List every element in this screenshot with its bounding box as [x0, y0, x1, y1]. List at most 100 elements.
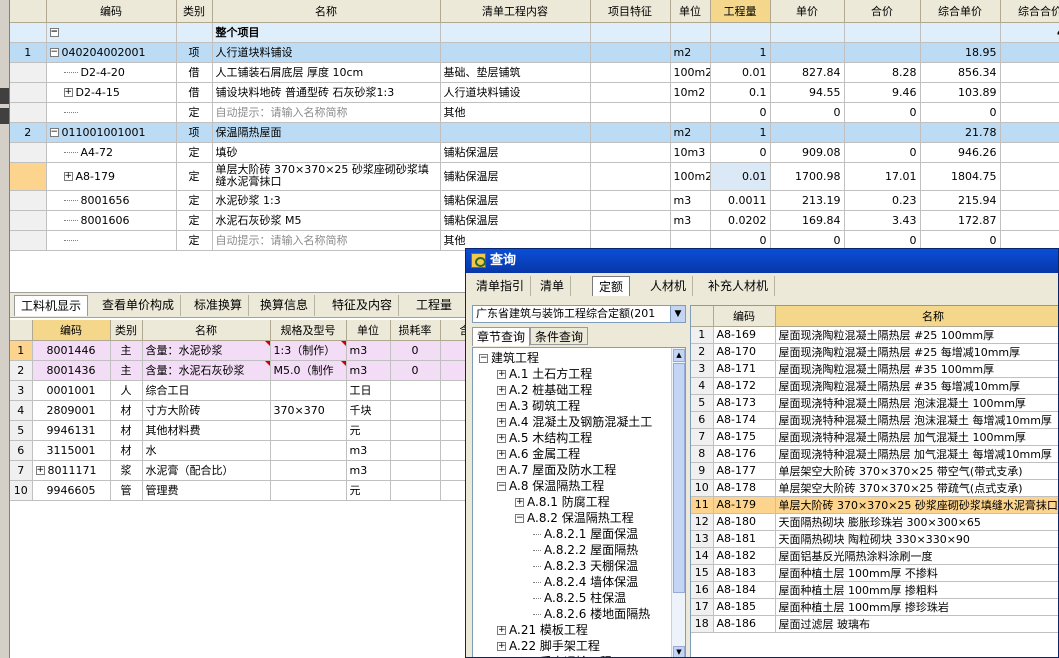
- table-row[interactable]: 8001606 定 水泥石灰砂浆 M5 铺粘保温层 m3 0.0202 169.…: [10, 210, 1059, 231]
- expand-icon[interactable]: +: [497, 626, 506, 635]
- material-grid[interactable]: 编码 类别 名称 规格及型号 单位 损耗率 含 1 8001446 主 含量：水…: [10, 320, 470, 658]
- table-row[interactable]: 3 0001001 人 综合工日 工日 11.: [10, 380, 470, 401]
- header-code[interactable]: 编码: [32, 320, 111, 341]
- table-row[interactable]: + A8-179 定 单层大阶砖 370×370×25 砂浆座砌砂浆填缝水泥膏抹口…: [10, 162, 1059, 191]
- tree-item[interactable]: − A.8 保温隔热工程: [497, 478, 604, 494]
- table-row[interactable]: 5 A8-173 屋面现浇特种混凝土隔热层 泡沫混凝土 100mm厚: [691, 394, 1058, 412]
- table-row[interactable]: 2 A8-170 屋面现浇陶粒混凝土隔热层 #25 每增减10mm厚: [691, 343, 1058, 361]
- table-row[interactable]: 1 −040204002001 项 人行道块料铺设 m2 1 18.95 18: [10, 42, 1059, 63]
- tab-feature-content[interactable]: 特征及内容: [326, 295, 400, 316]
- tree-item[interactable]: + A.21 模板工程: [497, 622, 588, 638]
- tree-item[interactable]: − 建筑工程: [479, 350, 539, 366]
- expand-icon[interactable]: +: [63, 88, 73, 97]
- collapse-icon[interactable]: −: [497, 482, 506, 491]
- tree-item[interactable]: + A.5 木结构工程: [497, 430, 592, 446]
- table-row[interactable]: 6 A8-174 屋面现浇特种混凝土隔热层 泡沫混凝土 每增减10mm厚: [691, 411, 1058, 429]
- tree-item[interactable]: + A.7 屋面及防水工程: [497, 462, 616, 478]
- table-row[interactable]: 2 8001436 主 含量：水泥石灰砂浆 M5.0（制作 m3 0 2: [10, 360, 470, 381]
- collapse-icon[interactable]: −: [49, 28, 59, 37]
- table-row[interactable]: 10 9946605 管 管理费 元 83: [10, 480, 470, 501]
- header-composite-total[interactable]: 综合合价: [1000, 0, 1059, 23]
- table-row[interactable]: 1 8001446 主 含量：水泥砂浆 1:3（制作） m3 0 0: [10, 340, 470, 361]
- table-row[interactable]: 4 A8-172 屋面现浇陶粒混凝土隔热层 #35 每增减10mm厚: [691, 377, 1058, 395]
- quota-library-select[interactable]: 广东省建筑与装饰工程综合定额(201 ▼: [472, 305, 686, 323]
- tree-item[interactable]: A.8.2.3 天棚保温: [533, 558, 638, 574]
- scroll-down-icon[interactable]: ▼: [673, 646, 685, 657]
- table-row[interactable]: 13 A8-181 天面隔热砌块 陶粒砌块 330×330×90: [691, 530, 1058, 548]
- header-name[interactable]: 名称: [212, 0, 441, 23]
- expand-icon[interactable]: +: [515, 498, 524, 507]
- expand-icon[interactable]: +: [497, 418, 506, 427]
- header-code[interactable]: 编码: [713, 306, 776, 327]
- header-unit[interactable]: 单位: [346, 320, 391, 341]
- tab-quantity-detail[interactable]: 工程量明: [410, 295, 470, 333]
- header-quantity[interactable]: 工程量: [710, 0, 771, 23]
- expand-icon[interactable]: +: [63, 172, 73, 181]
- scroll-up-icon[interactable]: ▲: [673, 349, 685, 362]
- header-loss-rate[interactable]: 损耗率: [390, 320, 441, 341]
- collapse-icon[interactable]: −: [49, 128, 59, 137]
- tab-conversion-info[interactable]: 换算信息: [254, 295, 316, 316]
- header-amount[interactable]: 合价: [844, 0, 921, 23]
- tree-item[interactable]: A.8.2.5 柱保温: [533, 590, 626, 606]
- tab-quota[interactable]: 定额: [592, 276, 631, 296]
- tab-condition-query[interactable]: 条件查询: [530, 327, 589, 345]
- tab-labor-material[interactable]: 人材机: [644, 276, 694, 296]
- table-row[interactable]: 定 自动提示：请输入名称简称 其他 0 0 0 0: [10, 102, 1059, 123]
- tree-item[interactable]: + A.1 土石方工程: [497, 366, 592, 382]
- table-row[interactable]: 8001656 定 水泥砂浆 1:3 铺粘保温层 m3 0.0011 213.1…: [10, 190, 1059, 211]
- tab-material-display[interactable]: 工料机显示: [14, 295, 89, 316]
- chevron-down-icon[interactable]: ▼: [670, 306, 685, 322]
- quota-result-grid[interactable]: 编码 名称 1 A8-169 屋面现浇陶粒混凝土隔热层 #25 100mm厚 2 A8-…: [690, 305, 1058, 657]
- expand-icon[interactable]: +: [35, 466, 45, 475]
- table-row[interactable]: 8 A8-176 屋面现浇特种混凝土隔热层 加气混凝土 每增减10mm厚: [691, 445, 1058, 463]
- scroll-thumb[interactable]: [673, 363, 685, 593]
- left-side-strip[interactable]: [0, 0, 10, 658]
- header-name[interactable]: 名称: [142, 320, 271, 341]
- tab-bill[interactable]: 清单: [534, 276, 572, 296]
- table-row[interactable]: 1 A8-169 屋面现浇陶粒混凝土隔热层 #25 100mm厚: [691, 326, 1058, 344]
- expand-icon[interactable]: +: [497, 450, 506, 459]
- expand-icon[interactable]: +: [497, 370, 506, 379]
- expand-icon[interactable]: +: [497, 642, 506, 651]
- dialog-title-bar[interactable]: 查询: [466, 249, 1058, 273]
- table-row[interactable]: 2 −011001001001 项 保温隔热屋面 m2 1 21.78 21: [10, 122, 1059, 143]
- tab-standard-conversion[interactable]: 标准换算: [188, 295, 250, 316]
- tree-item[interactable]: + A.2 桩基础工程: [497, 382, 592, 398]
- table-row[interactable]: 定 自动提示：请输入名称简称 其他 0 0 0 0 0: [10, 230, 1059, 251]
- header-name[interactable]: 名称: [775, 306, 1058, 327]
- table-row[interactable]: 17 A8-185 屋面种植土层 100mm厚 掺珍珠岩: [691, 598, 1058, 616]
- tab-chapter-query[interactable]: 章节查询: [472, 327, 531, 346]
- table-row[interactable]: 12 A8-180 天面隔热砌块 膨胀珍珠岩 300×300×65: [691, 513, 1058, 531]
- expand-icon[interactable]: +: [497, 434, 506, 443]
- tree-item[interactable]: A.8.2.6 楼地面隔热: [533, 606, 650, 622]
- header-unit-price[interactable]: 单价: [770, 0, 845, 23]
- collapse-icon[interactable]: −: [515, 514, 524, 523]
- table-row[interactable]: 7 A8-175 屋面现浇特种混凝土隔热层 加气混凝土 100mm厚: [691, 428, 1058, 446]
- tree-item[interactable]: A.8.2.2 屋面隔热: [533, 542, 639, 558]
- header-unit[interactable]: 单位: [670, 0, 711, 23]
- tree-item[interactable]: A.8.2.1 屋面保温: [533, 526, 638, 542]
- table-row[interactable]: 4 2809001 材 寸方大阶砖 370×370 千块: [10, 400, 470, 421]
- header-type[interactable]: 类别: [176, 0, 213, 23]
- table-row[interactable]: 7 +8011171 浆 水泥膏（配合比） m3 0: [10, 460, 470, 481]
- header-spec[interactable]: 规格及型号: [270, 320, 347, 341]
- table-row[interactable]: 3 A8-171 屋面现浇陶粒混凝土隔热层 #35 100mm厚: [691, 360, 1058, 378]
- table-row[interactable]: 5 9946131 材 其他材料费 元 22: [10, 420, 470, 441]
- table-row[interactable]: 16 A8-184 屋面种植土层 100mm厚 掺粗料: [691, 581, 1058, 599]
- table-row[interactable]: 18 A8-186 屋面过滤层 玻璃布: [691, 615, 1058, 633]
- tree-item[interactable]: + A.3 砌筑工程: [497, 398, 580, 414]
- summary-row[interactable]: − 整个项目 40.: [10, 22, 1059, 43]
- header-composite-price[interactable]: 综合单价: [920, 0, 1001, 23]
- tab-price-composition[interactable]: 查看单价构成: [96, 295, 182, 316]
- tree-item[interactable]: +A.23 垂直运输工程: [497, 654, 612, 657]
- tab-bill-guide[interactable]: 清单指引: [470, 276, 532, 296]
- header-type[interactable]: 类别: [110, 320, 143, 341]
- tree-item[interactable]: + A.6 金属工程: [497, 446, 580, 462]
- table-row[interactable]: + D2-4-15 借 铺设块料地砖 普通型砖 石灰砂浆1:3 人行道块料铺设 1…: [10, 82, 1059, 103]
- table-row[interactable]: 9 A8-177 单层架空大阶砖 370×370×25 带空气(带式支承): [691, 462, 1058, 480]
- chapter-tree[interactable]: − 建筑工程 + A.1 土石方工程 + A.2 桩基础工程 + A.3 砌筑工程 + A.4 混…: [472, 347, 686, 657]
- header-content[interactable]: 清单工程内容: [440, 0, 591, 23]
- tree-item[interactable]: + A.22 脚手架工程: [497, 638, 600, 654]
- header-code[interactable]: 编码: [46, 0, 177, 23]
